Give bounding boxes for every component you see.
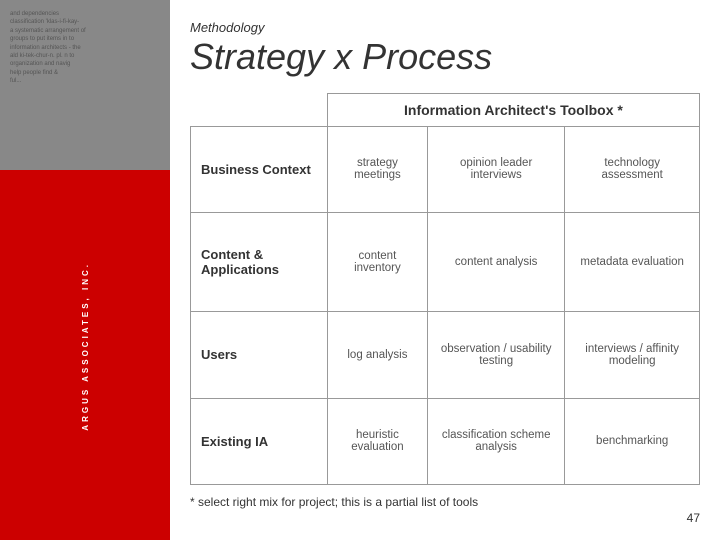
- page-title: Strategy x Process: [190, 37, 700, 77]
- cell-0-0: strategy meetings: [327, 126, 427, 212]
- cell-2-1: observation / usability testing: [427, 312, 564, 398]
- cell-1-2: metadata evaluation: [565, 213, 700, 312]
- cell-0-1: opinion leader interviews: [427, 126, 564, 212]
- strategy-matrix-table: Information Architect's Toolbox * Busine…: [190, 93, 700, 485]
- company-name: ARGUS ASSOCIATES, INC.: [81, 262, 90, 431]
- row-header-2: Users: [191, 312, 328, 398]
- cell-3-2: benchmarking: [565, 398, 700, 484]
- row-header-3: Existing IA: [191, 398, 328, 484]
- row-header-1: Content & Applications: [191, 213, 328, 312]
- main-content: Methodology Strategy x Process Informati…: [170, 0, 720, 540]
- left-sidebar: and dependencies classification 'klas-i-…: [0, 0, 170, 540]
- cell-0-2: technology assessment: [565, 126, 700, 212]
- page-subtitle: Methodology: [190, 20, 700, 35]
- cell-2-0: log analysis: [327, 312, 427, 398]
- row-header-0: Business Context: [191, 126, 328, 212]
- sidebar-decorative-text: and dependencies classification 'klas-i-…: [10, 10, 160, 86]
- at-symbol: @@: [15, 180, 155, 252]
- cell-1-1: content analysis: [427, 213, 564, 312]
- toolbox-header: Information Architect's Toolbox *: [327, 93, 699, 126]
- page-number: 47: [190, 511, 700, 525]
- cell-1-0: content inventory: [327, 213, 427, 312]
- cell-3-1: classification scheme analysis: [427, 398, 564, 484]
- footnote: * select right mix for project; this is …: [190, 495, 700, 509]
- cell-3-0: heuristic evaluation: [327, 398, 427, 484]
- sidebar-image: and dependencies classification 'klas-i-…: [0, 0, 170, 170]
- cell-2-2: interviews / affinity modeling: [565, 312, 700, 398]
- table-corner-empty: [191, 93, 328, 126]
